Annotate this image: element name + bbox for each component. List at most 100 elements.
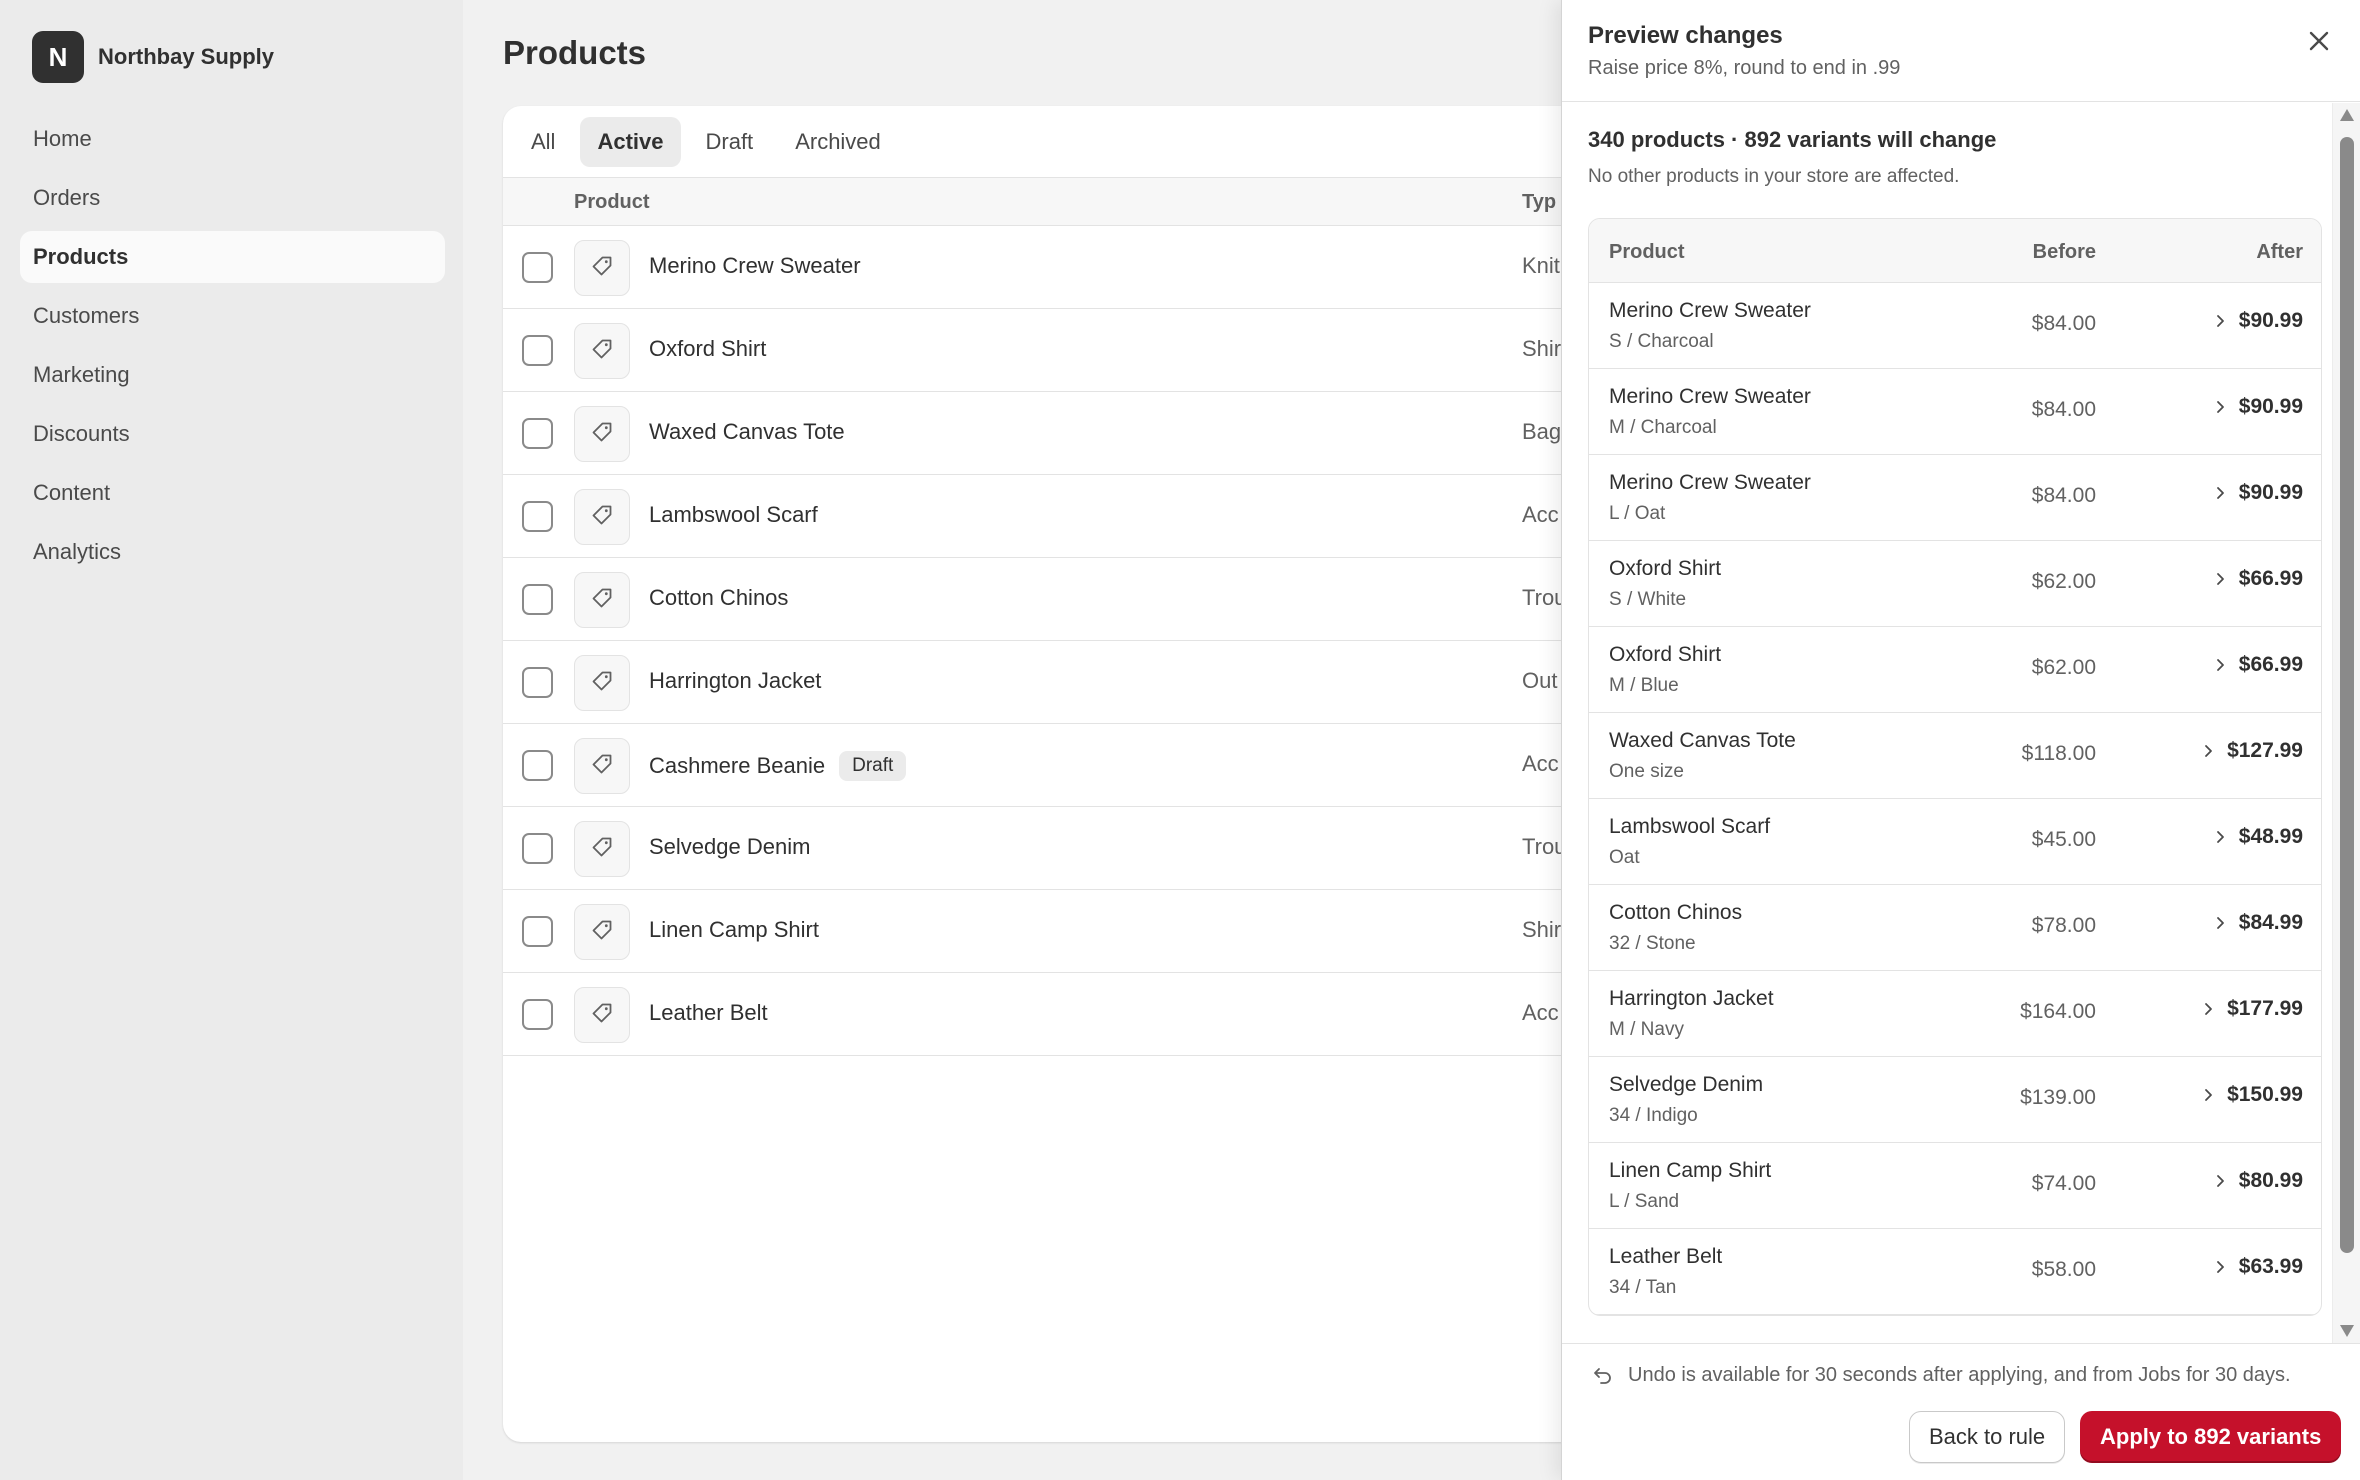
tag-icon	[590, 918, 614, 947]
product-name[interactable]: Linen Camp Shirt	[649, 917, 819, 943]
product-name-cell[interactable]: Linen Camp Shirt	[649, 917, 819, 943]
product-type: Bag	[1522, 419, 1562, 444]
preview-row: Merino Crew Sweater L / Oat $84.00 $90.99	[1589, 455, 2321, 541]
product-type: Out	[1522, 668, 1558, 693]
tag-icon	[590, 420, 614, 449]
row-checkbox[interactable]	[522, 667, 553, 698]
sidebar-item-orders[interactable]: Orders	[20, 172, 445, 224]
price-after: $66.99	[2238, 567, 2303, 590]
product-name[interactable]: Cashmere Beanie	[649, 753, 825, 779]
table-row[interactable]: Selvedge Denim Trou	[503, 807, 1603, 890]
column-header-product[interactable]: Product	[574, 191, 650, 214]
table-row[interactable]: Cashmere Beanie Draft Acc	[503, 724, 1603, 807]
close-button[interactable]	[2304, 26, 2334, 56]
tab-archived[interactable]: Archived	[778, 117, 898, 167]
change-summary: 340 products · 892 variants will change	[1588, 127, 1997, 152]
product-name[interactable]: Selvedge Denim	[649, 834, 810, 860]
preview-variant: M / Navy	[1609, 1019, 1684, 1040]
table-row[interactable]: Harrington Jacket Out	[503, 641, 1603, 724]
product-thumbnail	[574, 489, 630, 545]
preview-product-name: Harrington Jacket	[1609, 987, 1774, 1010]
table-row[interactable]: Cotton Chinos Trou	[503, 558, 1603, 641]
product-name[interactable]: Lambswool Scarf	[649, 502, 818, 528]
page-title: Products	[503, 34, 647, 71]
sidebar-item-discounts[interactable]: Discounts	[20, 408, 445, 460]
price-after-cell: $150.99	[2203, 1083, 2303, 1107]
store-brand[interactable]: N Northbay Supply	[32, 31, 274, 83]
row-checkbox[interactable]	[522, 916, 553, 947]
product-name[interactable]: Waxed Canvas Tote	[649, 419, 845, 445]
table-row[interactable]: Merino Crew Sweater Knit	[503, 226, 1603, 309]
table-row[interactable]: Oxford Shirt Shir	[503, 309, 1603, 392]
product-name-cell[interactable]: Lambswool Scarf	[649, 502, 818, 528]
product-thumbnail	[574, 323, 630, 379]
sidebar-item-content[interactable]: Content	[20, 467, 445, 519]
price-after-cell: $84.99	[2215, 911, 2303, 935]
product-name[interactable]: Merino Crew Sweater	[649, 253, 861, 279]
product-name-cell[interactable]: Cotton Chinos	[649, 585, 788, 611]
product-name[interactable]: Oxford Shirt	[649, 336, 766, 362]
sidebar-item-analytics[interactable]: Analytics	[20, 526, 445, 578]
tab-active[interactable]: Active	[580, 116, 681, 167]
product-name-cell[interactable]: Harrington Jacket	[649, 668, 821, 694]
row-checkbox[interactable]	[522, 501, 553, 532]
row-checkbox[interactable]	[522, 252, 553, 283]
preview-product-name: Merino Crew Sweater	[1609, 299, 1811, 322]
chevron-right-icon	[2203, 743, 2215, 759]
preview-scrollbar[interactable]	[2332, 103, 2360, 1343]
product-name-cell[interactable]: Oxford Shirt	[649, 336, 766, 362]
product-name-cell[interactable]: Merino Crew Sweater	[649, 253, 861, 279]
preview-row: Oxford Shirt M / Blue $62.00 $66.99	[1589, 627, 2321, 713]
preview-variant: One size	[1609, 761, 1684, 782]
preview-variant: S / White	[1609, 589, 1687, 610]
product-name-cell[interactable]: Cashmere Beanie Draft	[649, 751, 907, 781]
sidebar-item-marketing[interactable]: Marketing	[20, 349, 445, 401]
row-checkbox[interactable]	[522, 750, 553, 781]
preview-product-name: Cotton Chinos	[1609, 901, 1743, 924]
product-name-cell[interactable]: Waxed Canvas Tote	[649, 419, 845, 445]
row-checkbox[interactable]	[522, 833, 553, 864]
price-before: $139.00	[2020, 1086, 2096, 1109]
price-after: $63.99	[2238, 1255, 2303, 1278]
panel-header: Preview changes Raise price 8%, round to…	[1562, 0, 2360, 102]
table-header: Product Typ	[503, 178, 1603, 226]
column-header-type[interactable]: Typ	[1522, 191, 1556, 214]
table-row[interactable]: Lambswool Scarf Acc	[503, 475, 1603, 558]
table-row[interactable]: Waxed Canvas Tote Bag	[503, 392, 1603, 475]
price-after-cell: $48.99	[2215, 825, 2303, 849]
row-checkbox[interactable]	[522, 999, 553, 1030]
sidebar: N Northbay Supply Home Orders Products C…	[0, 0, 463, 1480]
preview-product-name: Leather Belt	[1609, 1245, 1723, 1268]
product-thumbnail	[574, 240, 630, 296]
chevron-right-icon	[2215, 1259, 2227, 1275]
product-name-cell[interactable]: Leather Belt	[649, 1000, 768, 1026]
scroll-down-arrow[interactable]	[2340, 1325, 2354, 1337]
table-row[interactable]: Leather Belt Acc	[503, 973, 1603, 1056]
preview-header-after: After	[2256, 241, 2303, 263]
product-name[interactable]: Cotton Chinos	[649, 585, 788, 611]
table-row[interactable]: Linen Camp Shirt Shir	[503, 890, 1603, 973]
row-checkbox[interactable]	[522, 418, 553, 449]
sidebar-item-customers[interactable]: Customers	[20, 290, 445, 342]
tab-draft[interactable]: Draft	[689, 117, 771, 167]
product-name-cell[interactable]: Selvedge Denim	[649, 834, 810, 860]
chevron-right-icon	[2215, 571, 2227, 587]
tag-icon	[590, 1001, 614, 1030]
row-checkbox[interactable]	[522, 335, 553, 366]
price-before: $45.00	[2031, 828, 2096, 851]
tab-all[interactable]: All	[514, 117, 572, 167]
scroll-thumb[interactable]	[2340, 137, 2354, 1253]
preview-variant: 32 / Stone	[1609, 933, 1696, 954]
sidebar-item-products[interactable]: Products	[20, 231, 445, 283]
sidebar-item-home[interactable]: Home	[20, 113, 445, 165]
undo-note: Undo is available for 30 seconds after a…	[1592, 1364, 2291, 1387]
product-type: Shir	[1522, 336, 1562, 361]
product-name[interactable]: Leather Belt	[649, 1000, 768, 1026]
back-to-rule-button[interactable]: Back to rule	[1909, 1411, 2066, 1463]
scroll-up-arrow[interactable]	[2340, 109, 2354, 121]
product-name[interactable]: Harrington Jacket	[649, 668, 821, 694]
product-thumbnail	[574, 738, 630, 794]
preview-header-product: Product	[1609, 241, 1685, 263]
apply-button[interactable]: Apply to 892 variants	[2080, 1411, 2342, 1463]
row-checkbox[interactable]	[522, 584, 553, 615]
